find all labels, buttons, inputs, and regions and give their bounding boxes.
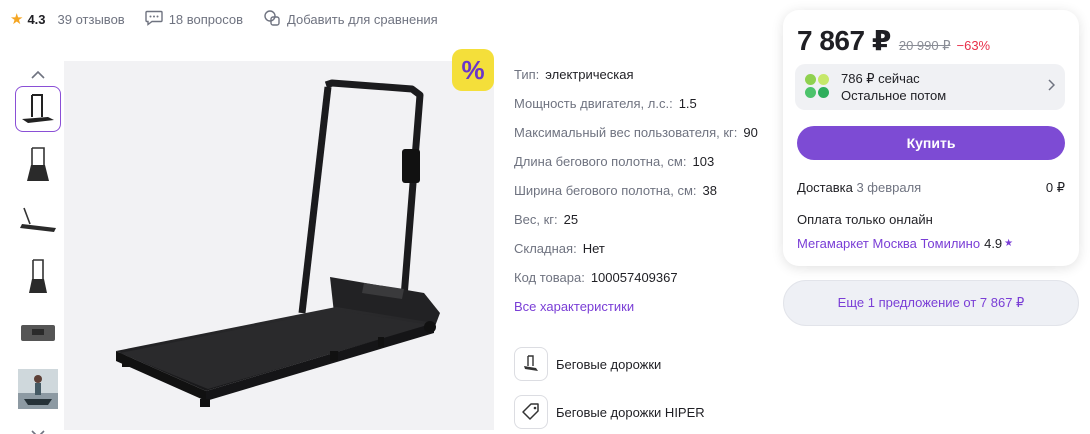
spec-value: 103 [692,154,715,169]
specifications: Тип: электрическая Мощность двигателя, л.… [514,60,774,318]
spec-row: Мощность двигателя, л.с.: 1.5 [514,89,774,118]
spec-key: Длина бегового полотна, см: [514,154,687,169]
price-line: 7 867 ₽ 20 990 ₽ −63% [797,24,990,57]
percent-icon: % [461,55,485,85]
category-label[interactable]: Беговые дорожки HIPER [556,405,705,420]
delivery-row: Доставка 3 февраля 0 ₽ [797,180,1065,196]
spec-value: 90 [743,125,758,140]
seller-rating: 4.9 [984,236,1003,251]
spec-row: Тип: электрическая [514,60,774,89]
old-price: 20 990 ₽ [898,38,951,53]
thumbnail-4[interactable] [15,254,61,300]
spec-row: Складная: Нет [514,234,774,263]
chevron-up-icon[interactable] [14,62,62,86]
spec-row: Ширина бегового полотна, см: 38 [514,176,774,205]
chevron-down-icon[interactable] [14,422,62,434]
spec-key: Тип: [514,67,540,82]
delivery-label: Доставка [797,180,853,195]
current-price: 7 867 ₽ [797,25,891,56]
questions-count[interactable]: 18 вопросов [169,12,243,27]
spec-key: Код товара: [514,270,585,285]
split-now: 786 ₽ сейчас [841,71,920,86]
treadmill-image [116,79,440,407]
discount-badge: −63% [956,38,991,53]
thumbnail-5[interactable] [15,310,61,356]
thumbnail-3[interactable] [15,198,61,244]
compare-button[interactable]: Добавить для сравнения [263,9,438,30]
category-link-treadmills[interactable]: Беговые дорожки [514,347,661,381]
spec-value: 100057409367 [590,270,678,285]
treadmill-icon [514,347,548,381]
delivery-date: 3 февраля [856,180,922,195]
price-card: 7 867 ₽ 20 990 ₽ −63% 786 ₽ сейчас Остал… [783,10,1079,266]
spec-row: Код товара: 100057409367 [514,263,774,292]
thumbnail-2[interactable] [15,142,61,188]
compare-icon [263,9,281,30]
rating[interactable]: ★ 4.3 [10,12,46,27]
delivery-price: 0 ₽ [1045,180,1065,195]
spec-value: 25 [563,212,579,227]
seller-name-link[interactable]: Мегамаркет Москва Томилино [797,236,980,251]
split-payment-banner[interactable]: 786 ₽ сейчас Остальное потом [795,64,1065,110]
star-icon: ★ [10,10,24,28]
split-rest: Остальное потом [841,88,947,103]
spec-row: Длина бегового полотна, см: 103 [514,147,774,176]
buy-button[interactable]: Купить [797,126,1065,160]
compare-label[interactable]: Добавить для сравнения [287,12,438,27]
promo-badge[interactable]: % [452,49,494,91]
category-label[interactable]: Беговые дорожки [556,357,661,372]
category-link-hiper[interactable]: Беговые дорожки HIPER [514,395,705,429]
spec-row: Вес, кг: 25 [514,205,774,234]
spec-key: Мощность двигателя, л.с.: [514,96,673,111]
split-text: 786 ₽ сейчас Остальное потом [841,70,946,104]
spec-key: Вес, кг: [514,212,558,227]
more-offers-button[interactable]: Еще 1 предложение от 7 867 ₽ [783,280,1079,326]
payment-note: Оплата только онлайн [797,212,933,227]
chat-bubble-icon [145,10,163,29]
spec-key: Складная: [514,241,577,256]
spec-value: электрическая [545,67,634,82]
star-icon: ★ [1004,238,1014,249]
thumbnail-strip [14,62,62,434]
questions-link[interactable]: 18 вопросов [145,10,243,29]
seller-info: Мегамаркет Москва Томилино 4.9 ★ [797,236,1013,251]
product-main-image[interactable] [64,61,494,430]
rating-value: 4.3 [27,11,46,27]
spec-key: Максимальный вес пользователя, кг: [514,125,738,140]
spec-key: Ширина бегового полотна, см: [514,183,697,198]
spec-value: 38 [702,183,717,198]
spec-row: Максимальный вес пользователя, кг: 90 [514,118,774,147]
spec-value: Нет [582,241,605,256]
all-specs-link[interactable]: Все характеристики [514,294,774,318]
spec-value: 1.5 [678,96,697,111]
chevron-right-icon [1047,78,1056,94]
thumbnail-1[interactable] [15,86,61,132]
thumbnail-6[interactable] [15,366,61,412]
reviews-link[interactable]: 39 отзывов [58,12,125,27]
reviews-count[interactable]: 39 отзывов [58,12,125,27]
split-logo-icon [805,74,831,100]
product-meta-bar: ★ 4.3 39 отзывов 18 вопросов Добавить дл… [10,8,458,30]
tag-icon [514,395,548,429]
